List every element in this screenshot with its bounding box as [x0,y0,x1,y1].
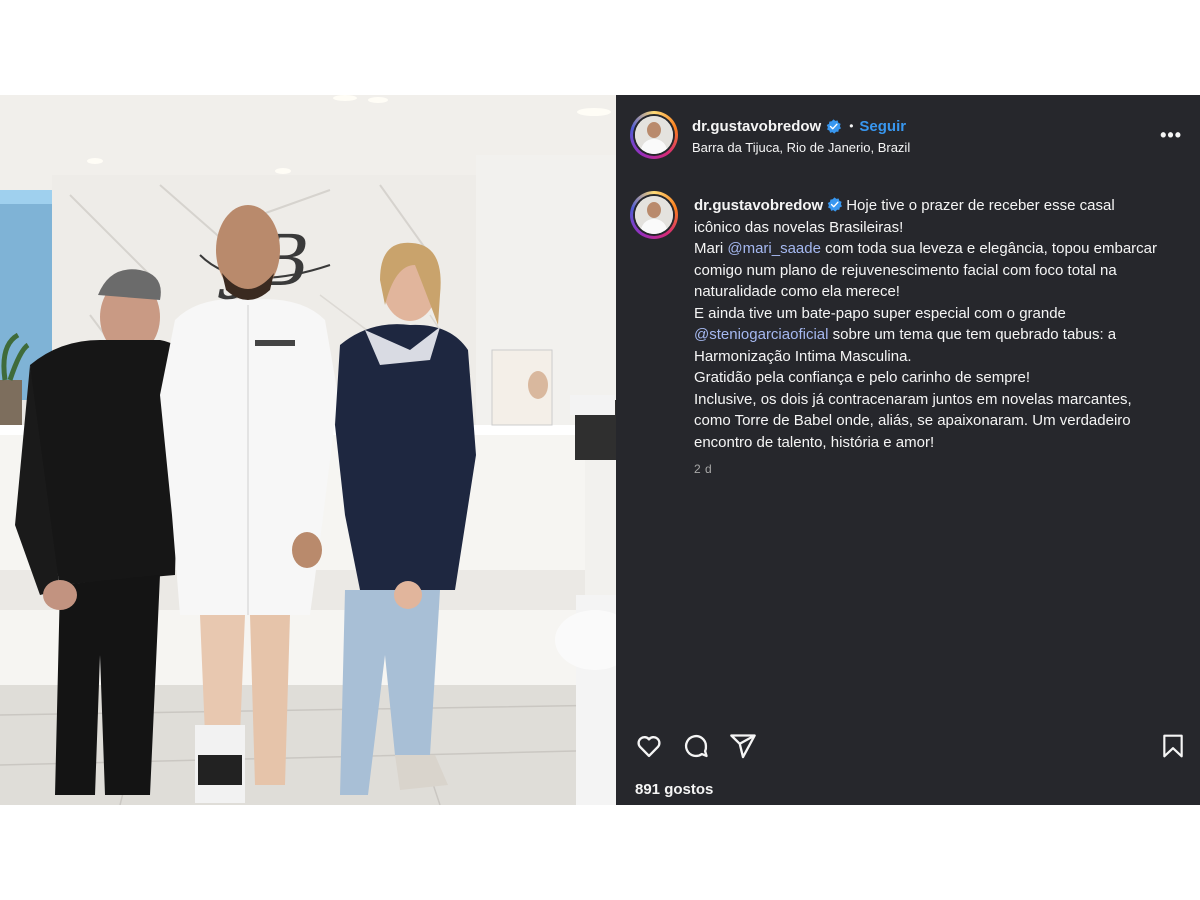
likes-label: gostos [664,781,714,798]
verified-badge-icon [826,118,842,134]
share-button[interactable] [728,731,758,761]
mention-link[interactable]: @steniogarciaoficial [694,326,828,343]
caption-line: E ainda tive um bate-papo super especial… [694,305,1116,365]
caption-text-fragment: Inclusive, os dois já contracenaram junt… [694,390,1132,451]
caption-line: Inclusive, os dois já contracenaram junt… [694,391,1132,451]
caption-text-fragment: E ainda tive um bate-papo super especial… [694,304,1066,322]
post-details-panel: dr.gustavobredow • Seguir Barra da Tijuc… [616,95,1200,805]
mention-link[interactable]: @mari_saade [727,240,821,257]
likes-count[interactable]: 891 gostos [635,781,713,798]
post-header: dr.gustavobredow • Seguir Barra da Tijuc… [630,111,1186,161]
caption-line: Gratidão pela confiança e pelo carinho d… [694,369,1030,386]
save-button[interactable] [1158,731,1188,761]
instagram-post: JB [0,95,1200,805]
caption-text: dr.gustavobredow Hoje tive o prazer de re… [694,195,1164,453]
post-location[interactable]: Barra da Tijuca, Rio de Janerio, Brazil [692,140,910,155]
caption-text-fragment: Mari [694,240,728,257]
bookmark-icon [1163,734,1183,758]
post-timestamp[interactable]: 2 d [694,462,1164,476]
send-icon [730,734,756,759]
author-avatar[interactable] [630,111,678,159]
author-username[interactable]: dr.gustavobredow [692,118,821,135]
likes-number: 891 [635,781,661,798]
heart-icon [637,736,661,758]
caption-line: Mari @mari_saade com toda sua leveza e e… [694,240,1157,300]
like-button[interactable] [634,731,664,761]
action-bar [634,731,1188,761]
caption-text-fragment: Gratidão pela confiança e pelo carinho d… [694,369,1031,386]
separator-dot: • [849,119,854,133]
more-options-button[interactable]: ••• [1160,125,1182,146]
post-photo[interactable]: JB [0,95,616,805]
caption-username[interactable]: dr.gustavobredow [694,197,823,214]
comment-icon [684,734,708,758]
follow-button[interactable]: Seguir [859,118,906,135]
comment-button[interactable] [681,731,711,761]
post-caption: dr.gustavobredow Hoje tive o prazer de re… [630,191,1182,476]
verified-badge-icon [827,197,843,212]
caption-author-avatar[interactable] [630,191,678,239]
